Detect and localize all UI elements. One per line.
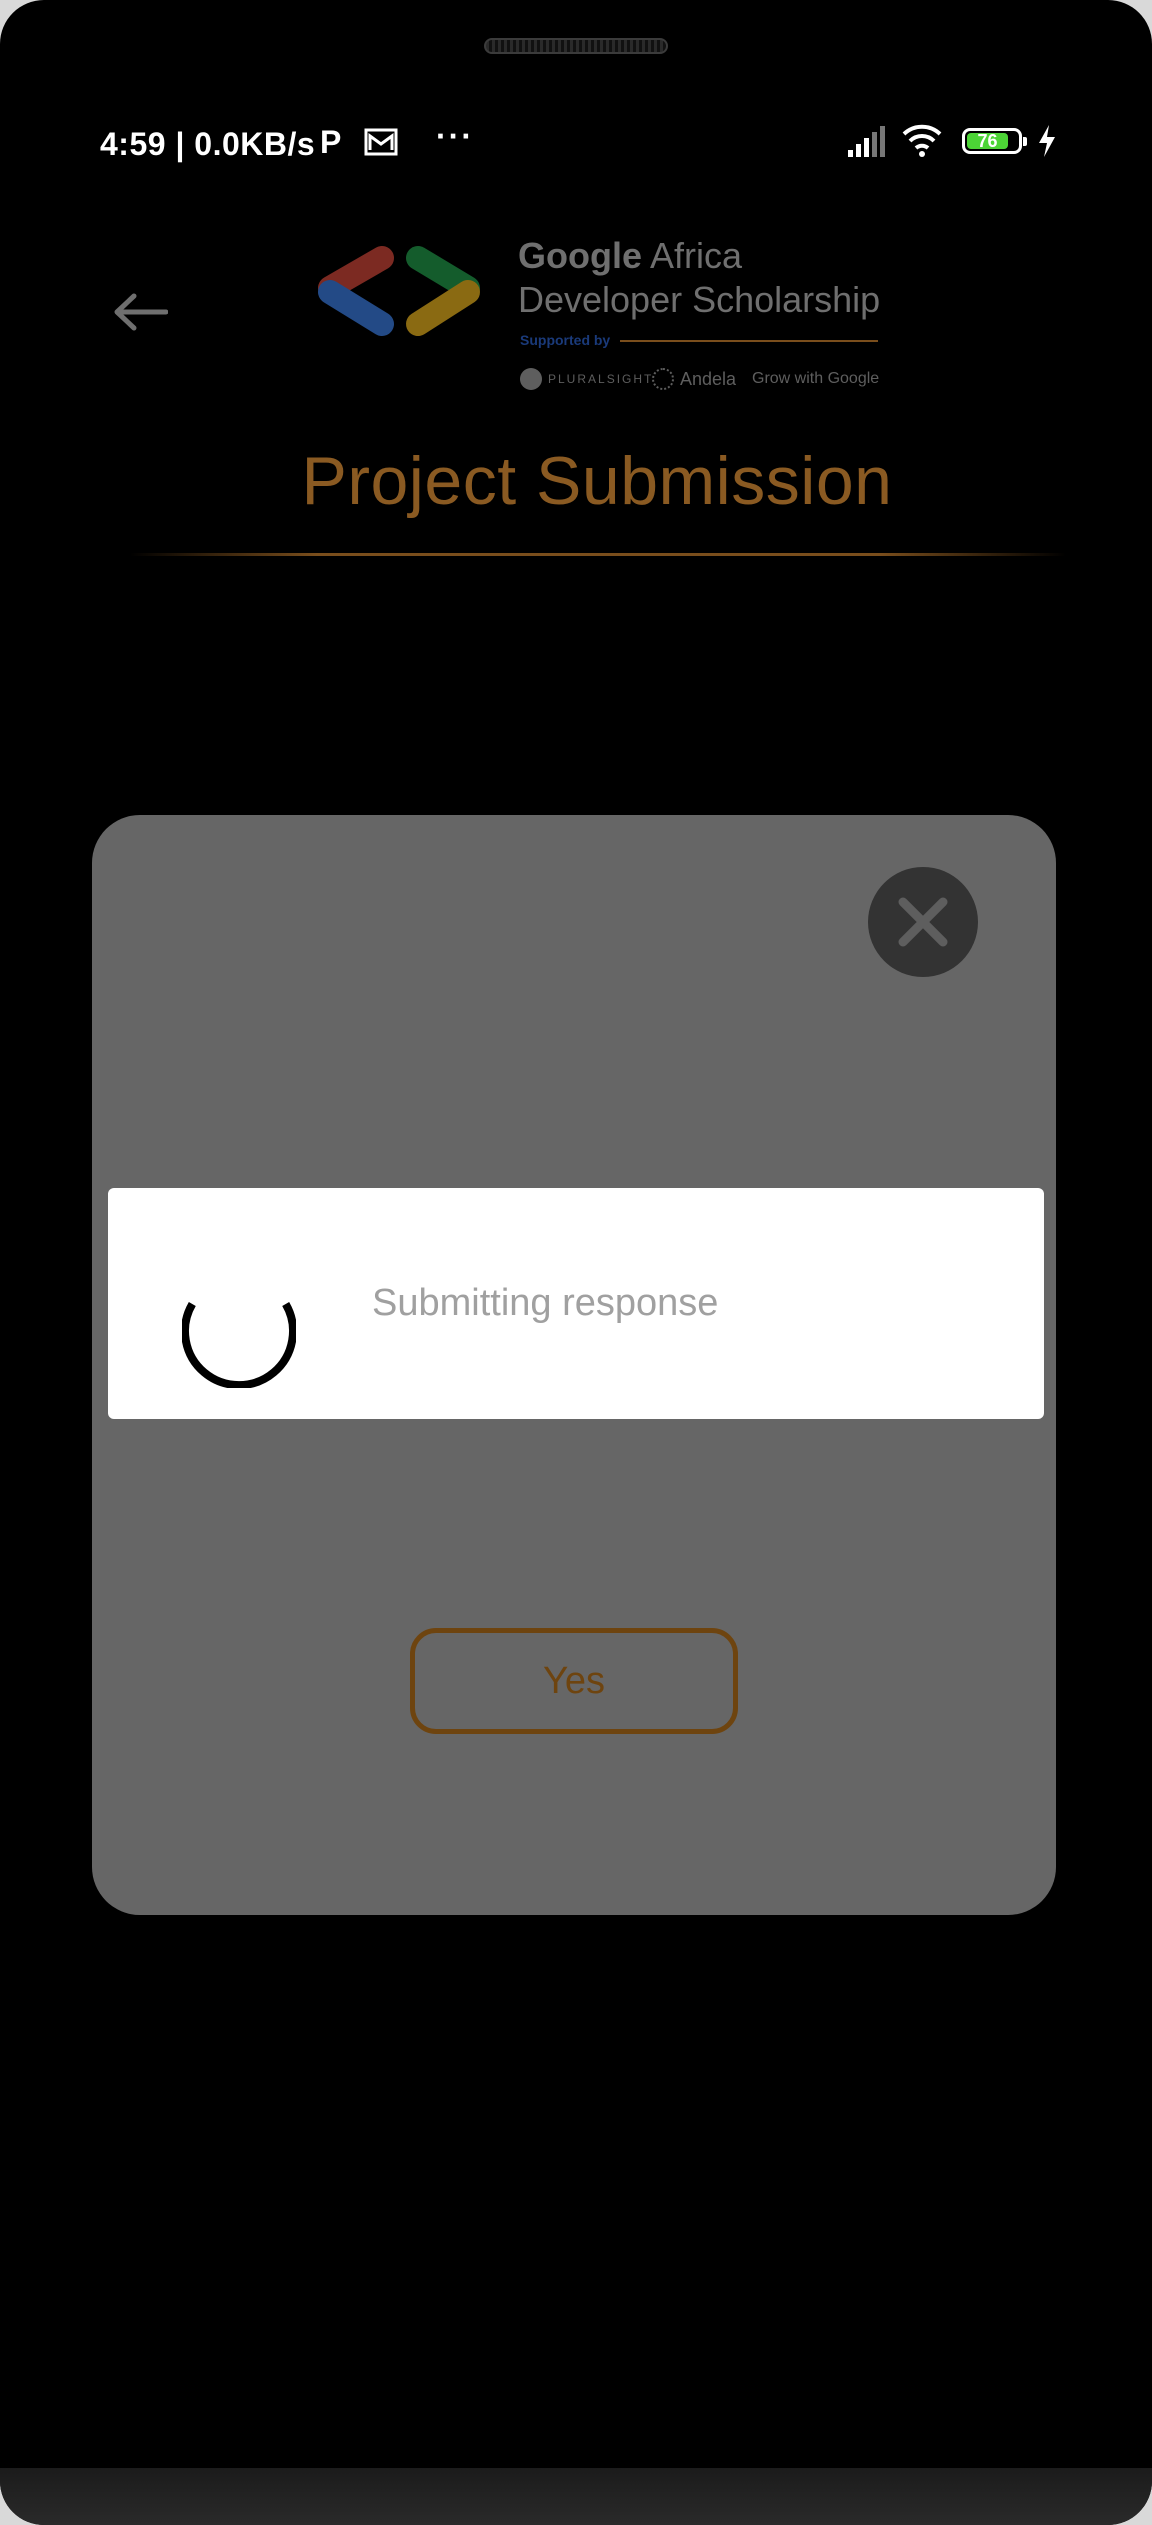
bottom-bezel [0,2468,1152,2525]
sponsor-grow-with-google: Grow with Google [752,370,880,387]
sponsor-andela: Andela [652,368,736,390]
developer-code-logo-icon [318,246,480,336]
p-notification-icon: P [320,124,342,160]
earpiece-speaker [484,38,668,54]
supported-by-rule [620,340,878,342]
brand-google: Google [518,235,642,276]
page-title: Project Submission [301,443,893,519]
loading-spinner-icon [182,1301,296,1388]
battery-level: 76 [967,132,1009,150]
wifi-icon [902,124,942,157]
close-icon [898,897,948,947]
supported-by-label: Supported by [520,332,611,348]
sponsor-andela-label: Andela [680,368,737,389]
title-divider [130,553,1066,556]
status-bar: 4:59 | 0.0KB/s P ··· 76 [0,116,1152,172]
close-button[interactable] [868,867,978,977]
signal-icon [848,126,885,157]
status-time: 4:59 | 0.0KB/s [100,126,316,162]
battery-icon: 76 [962,128,1027,154]
back-arrow-icon[interactable] [112,292,168,332]
sponsor-logos: PLURALSIGHT Andela Grow with Google [518,362,938,398]
sponsor-pluralsight-label: PLURALSIGHT [548,372,654,386]
app-header: Google Africa Developer Scholarship Supp… [0,220,1152,580]
sponsor-pluralsight: PLURALSIGHT [520,368,653,390]
supported-by-row: Supported by [518,328,938,356]
pluralsight-icon [520,368,542,390]
phone-frame: 4:59 | 0.0KB/s P ··· 76 Google Africa De… [0,0,1152,2525]
charging-bolt-icon [1039,125,1055,157]
brand-line-2: Developer Scholarship [518,279,881,320]
brand-line-1: Google Africa [518,234,938,278]
mail-icon [364,128,398,156]
brand-africa: Africa [642,235,743,276]
scholarship-branding: Google Africa Developer Scholarship Supp… [518,234,938,398]
andela-icon [652,368,674,390]
progress-message: Submitting response [372,1282,719,1324]
yes-button[interactable]: Yes [410,1628,738,1734]
more-notifications-icon: ··· [436,118,474,154]
progress-dialog: Submitting response [108,1188,1044,1419]
